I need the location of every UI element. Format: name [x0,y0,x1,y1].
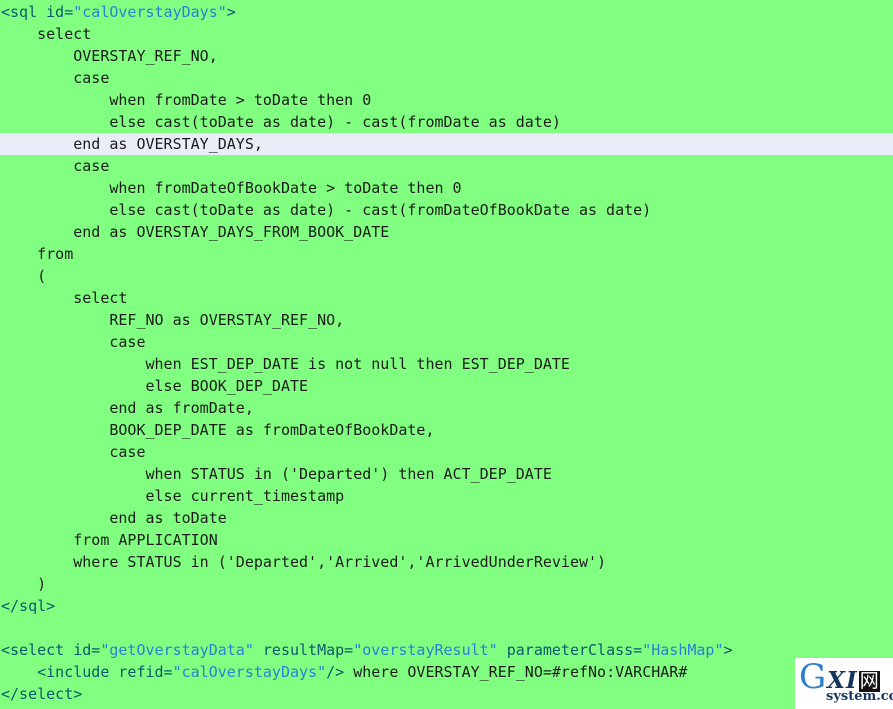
code-token-tag: > [226,3,236,21]
code-token-tag: resultMap= [253,641,354,659]
code-token-plain: end as toDate [1,509,227,527]
code-token-plain: case [1,157,110,175]
code-line[interactable]: select [0,287,893,309]
code-token-plain: end as OVERSTAY_DAYS, [1,135,263,153]
code-token-plain: REF_NO as OVERSTAY_REF_NO, [1,311,345,329]
code-token-plain: from APPLICATION [1,531,218,549]
code-token-plain: select [1,25,92,43]
code-line[interactable]: else cast(toDate as date) - cast(fromDat… [0,199,893,221]
code-token-plain: else current_timestamp [1,487,345,505]
code-token-plain: when fromDateOfBookDate > toDate then 0 [1,179,462,197]
code-line[interactable]: BOOK_DEP_DATE as fromDateOfBookDate, [0,419,893,441]
code-token-plain: case [1,333,146,351]
code-line[interactable]: <select id="getOverstayData" resultMap="… [0,639,893,661]
code-line[interactable]: else BOOK_DEP_DATE [0,375,893,397]
code-line[interactable] [0,617,893,639]
code-line[interactable]: case [0,155,893,177]
code-line[interactable]: when EST_DEP_DATE is not null then EST_D… [0,353,893,375]
code-token-plain: ( [1,267,47,285]
code-token-attrval: "calOverstayDays" [172,663,327,681]
watermark-domain-text: system.com [826,689,893,704]
code-line[interactable]: end as OVERSTAY_DAYS, [0,133,893,155]
code-line[interactable]: when fromDateOfBookDate > toDate then 0 [0,177,893,199]
code-token-plain: when fromDate > toDate then 0 [1,91,372,109]
code-line[interactable]: where STATUS in ('Departed','Arrived','A… [0,551,893,573]
code-token-tag: parameterClass= [497,641,643,659]
code-line[interactable]: else current_timestamp [0,485,893,507]
code-token-attrval: "calOverstayDays" [73,3,227,21]
code-token-plain: OVERSTAY_REF_NO, [1,47,218,65]
code-line[interactable]: case [0,67,893,89]
site-watermark: G XI 网 system.com [795,658,893,709]
code-line[interactable]: </select> [0,683,893,705]
code-token-tag: <select id= [1,641,101,659]
code-token-plain: case [1,69,110,87]
code-line[interactable]: case [0,441,893,463]
code-line[interactable]: from APPLICATION [0,529,893,551]
code-token-plain: BOOK_DEP_DATE as fromDateOfBookDate, [1,421,435,439]
code-line[interactable]: else cast(toDate as date) - cast(fromDat… [0,111,893,133]
code-token-tag: > [723,641,733,659]
code-token-plain: else cast(toDate as date) - cast(fromDat… [1,201,652,219]
code-token-plain: case [1,443,146,461]
code-line[interactable]: <sql id="calOverstayDays"> [0,1,893,23]
code-line[interactable]: </sql> [0,595,893,617]
code-lines-container[interactable]: <sql id="calOverstayDays"> select OVERST… [0,0,893,705]
code-token-plain: where STATUS in ('Departed','Arrived','A… [1,553,607,571]
code-token-plain: when EST_DEP_DATE is not null then EST_D… [1,355,570,373]
code-token-plain: when STATUS in ('Departed') then ACT_DEP… [1,465,552,483]
code-token-plain: from [1,245,74,263]
code-line[interactable]: OVERSTAY_REF_NO, [0,45,893,67]
code-token-tag: /> [326,663,345,681]
code-token-plain: select [1,289,128,307]
code-line[interactable]: end as toDate [0,507,893,529]
code-line[interactable]: when STATUS in ('Departed') then ACT_DEP… [0,463,893,485]
code-token-tag: </sql> [1,597,56,615]
code-token-attrval: "overstayResult" [353,641,498,659]
code-line[interactable]: from [0,243,893,265]
code-line[interactable]: ) [0,573,893,595]
code-line[interactable]: end as fromDate, [0,397,893,419]
code-token-plain: end as OVERSTAY_DAYS_FROM_BOOK_DATE [1,223,390,241]
code-line[interactable]: case [0,331,893,353]
code-editor-canvas[interactable]: <sql id="calOverstayDays"> select OVERST… [0,0,893,709]
code-token-plain: else cast(toDate as date) - cast(fromDat… [1,113,561,131]
code-token-plain: where OVERSTAY_REF_NO=#refNo:VARCHAR# [344,663,688,681]
code-line[interactable]: <include refid="calOverstayDays"/> where… [0,661,893,683]
code-line[interactable]: end as OVERSTAY_DAYS_FROM_BOOK_DATE [0,221,893,243]
code-token-tag: <include refid= [37,663,173,681]
code-token-tag: <sql id= [1,3,74,21]
watermark-g-letter: G [799,658,827,697]
code-token-plain: ) [1,575,47,593]
code-token-plain: else BOOK_DEP_DATE [1,377,309,395]
code-token-tag: </select> [1,685,83,703]
code-line[interactable]: ( [0,265,893,287]
code-line[interactable]: when fromDate > toDate then 0 [0,89,893,111]
code-line[interactable]: REF_NO as OVERSTAY_REF_NO, [0,309,893,331]
code-token-attrval: "getOverstayData" [100,641,254,659]
code-token-attrval: "HashMap" [642,641,724,659]
code-token-plain: end as fromDate, [1,399,254,417]
code-line[interactable]: select [0,23,893,45]
